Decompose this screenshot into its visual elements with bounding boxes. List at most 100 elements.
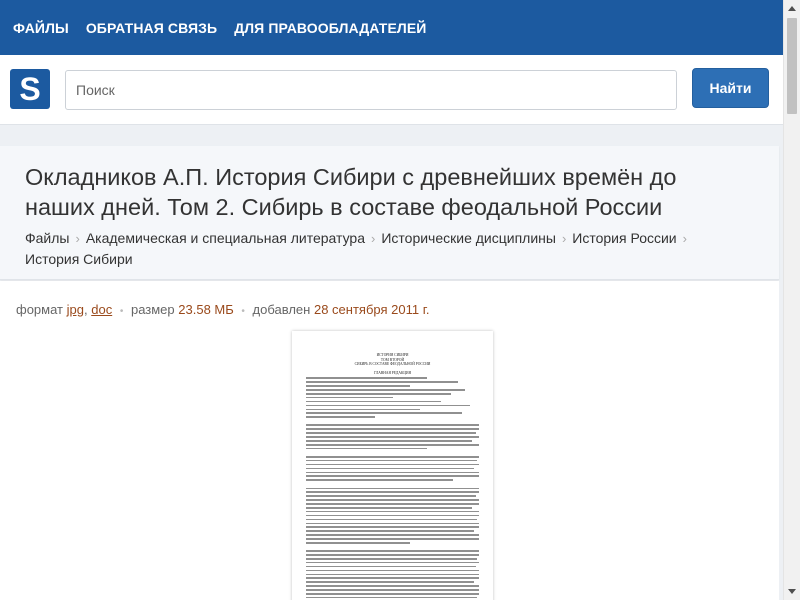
preview-text-line xyxy=(306,471,479,474)
preview-text-line xyxy=(306,526,479,529)
preview-text-line xyxy=(306,518,478,521)
search-bar: S Найти xyxy=(0,55,783,125)
breadcrumb-item-historical-disciplines[interactable]: Исторические дисциплины xyxy=(381,230,556,246)
file-meta: формат jpg, doc • размер 23.58 МБ • доба… xyxy=(16,302,429,317)
preview-text-line xyxy=(306,503,479,505)
preview-text-line xyxy=(306,392,452,395)
breadcrumb-separator-icon: › xyxy=(682,231,687,246)
preview-text-line xyxy=(306,565,476,568)
preview-text-line xyxy=(306,400,441,403)
scroll-down-arrow-icon[interactable] xyxy=(784,583,800,600)
preview-text-line xyxy=(306,396,393,399)
added-label: добавлен xyxy=(252,302,311,317)
bullet-icon: • xyxy=(119,306,124,317)
preview-text-lines xyxy=(306,377,479,600)
page-title: Окладников А.П. История Сибири с древней… xyxy=(25,164,677,220)
preview-text-line xyxy=(306,550,479,552)
preview-text-line xyxy=(306,542,410,544)
site-logo[interactable]: S xyxy=(10,69,50,109)
preview-text-line xyxy=(306,534,479,536)
preview-text-line xyxy=(306,452,479,454)
preview-text-line xyxy=(306,428,479,430)
breadcrumb-separator-icon: › xyxy=(75,231,80,246)
page: ФАЙЛЫ ОБРАТНАЯ СВЯЗЬ ДЛЯ ПРАВООБЛАДАТЕЛЕ… xyxy=(0,0,783,600)
preview-text-line xyxy=(306,408,421,411)
preview-text-line xyxy=(306,592,479,595)
size-label: размер xyxy=(130,302,175,317)
preview-text-line xyxy=(306,546,479,548)
added-value: 28 сентября 2011 г. xyxy=(313,302,430,317)
scroll-up-arrow-icon[interactable] xyxy=(784,0,800,17)
preview-heading: ИСТОРИЯ СИБИРИ ТОМ ВТОРОЙ СИБИРЬ В СОСТА… xyxy=(306,353,479,375)
preview-text-line xyxy=(306,487,479,490)
search-input[interactable] xyxy=(65,70,677,110)
preview-text-line xyxy=(306,589,479,591)
preview-text-line xyxy=(306,467,474,470)
scrollbar-thumb[interactable] xyxy=(787,18,797,114)
preview-text-line xyxy=(306,443,479,446)
preview-text-line xyxy=(306,554,479,556)
breadcrumb: Файлы › Академическая и специальная литера… xyxy=(25,228,745,270)
preview-head-line: СИБИРЬ В СОСТАВЕ ФЕОДАЛЬНОЙ РОССИИ xyxy=(354,362,431,367)
preview-text-line xyxy=(306,475,479,478)
breadcrumb-item-history-of-siberia[interactable]: История Сибири xyxy=(25,251,133,267)
preview-text-line xyxy=(306,495,476,497)
search-button[interactable]: Найти xyxy=(692,68,769,108)
preview-text-line xyxy=(306,522,479,525)
bullet-icon: • xyxy=(241,306,245,317)
vertical-scrollbar[interactable] xyxy=(783,0,800,600)
format-jpg-link[interactable]: jpg xyxy=(67,302,84,317)
preview-text-line xyxy=(306,463,479,466)
breadcrumb-separator-icon: › xyxy=(371,231,376,246)
nav-item-copyright-holders[interactable]: ДЛЯ ПРАВООБЛАДАТЕЛЕЙ xyxy=(234,20,426,36)
breadcrumb-separator-icon: › xyxy=(561,231,567,246)
preview-text-line xyxy=(306,538,479,540)
format-doc-link[interactable]: doc xyxy=(91,302,112,317)
preview-text-line xyxy=(306,557,478,560)
breadcrumb-item-history-of-russia[interactable]: История России xyxy=(572,230,676,246)
nav-item-feedback[interactable]: ОБРАТНАЯ СВЯЗЬ xyxy=(86,20,217,36)
file-content: формат jpg, doc • размер 23.58 МБ • доба… xyxy=(0,281,779,600)
preview-text-line xyxy=(306,440,473,442)
breadcrumb-item-files[interactable]: Файлы xyxy=(25,230,69,246)
preview-text-line xyxy=(306,483,479,485)
format-label: формат xyxy=(16,302,63,317)
preview-text-line xyxy=(306,514,479,517)
preview-text-line xyxy=(306,561,479,564)
preview-text-line xyxy=(306,436,479,438)
preview-text-line xyxy=(306,447,428,450)
top-nav: ФАЙЛЫ ОБРАТНАЯ СВЯЗЬ ДЛЯ ПРАВООБЛАДАТЕЛЕ… xyxy=(0,0,783,55)
preview-text-line xyxy=(306,573,479,576)
preview-text-line xyxy=(306,499,479,501)
preview-text-line xyxy=(306,412,462,414)
preview-text-line xyxy=(306,404,471,407)
preview-text-line xyxy=(306,585,479,587)
preview-text-line xyxy=(306,596,478,599)
preview-text-line xyxy=(306,424,479,427)
preview-text-line xyxy=(306,420,479,422)
size-value: 23.58 МБ xyxy=(178,302,234,317)
logo-letter: S xyxy=(19,70,41,107)
breadcrumb-item-academic-literature[interactable]: Академическая и специальная литература xyxy=(86,230,365,246)
preview-text-line xyxy=(306,381,459,383)
preview-text-line xyxy=(306,389,466,391)
preview-text-line xyxy=(306,456,479,458)
preview-text-line xyxy=(306,569,479,572)
preview-text-line xyxy=(306,577,479,580)
nav-item-files[interactable]: ФАЙЛЫ xyxy=(13,20,69,36)
preview-text-line xyxy=(306,377,428,379)
format-separator: , xyxy=(83,302,88,317)
document-preview[interactable]: ИСТОРИЯ СИБИРИ ТОМ ВТОРОЙ СИБИРЬ В СОСТА… xyxy=(292,331,493,600)
preview-text-line xyxy=(306,506,473,509)
preview-text-line xyxy=(306,416,376,418)
preview-text-line xyxy=(306,510,479,513)
preview-text-line xyxy=(306,385,410,387)
preview-head-line: ГЛАВНАЯ РЕДАКЦИЯ xyxy=(374,370,411,375)
preview-text-line xyxy=(306,491,479,494)
preview-text-line xyxy=(306,581,474,583)
preview-text-line xyxy=(306,459,478,462)
preview-text-line xyxy=(306,432,476,434)
title-card: Окладников А.П. История Сибири с древней… xyxy=(0,146,779,280)
preview-text-line xyxy=(306,530,474,532)
preview-text-line xyxy=(306,479,454,481)
